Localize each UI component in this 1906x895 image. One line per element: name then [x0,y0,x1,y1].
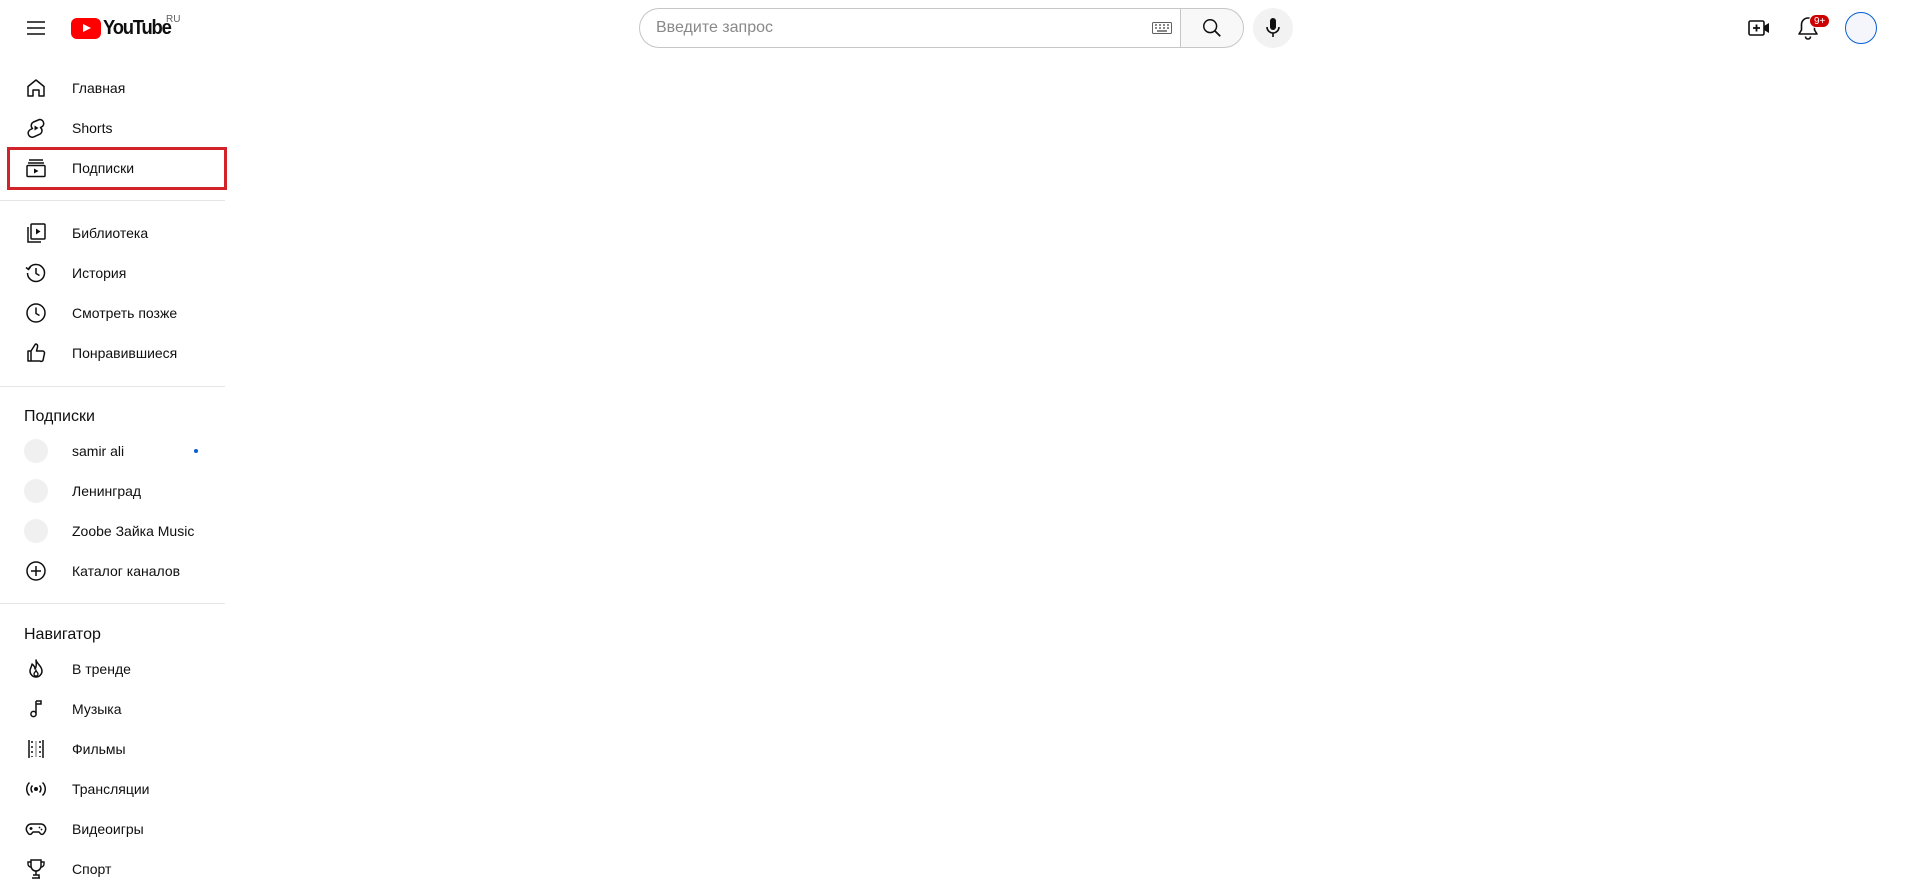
sidebar-item-label: Фильмы [72,741,126,757]
sidebar-item-label: Подписки [72,160,135,176]
sidebar-item-label: Смотреть позже [72,305,178,321]
channel-avatar [24,439,48,463]
sidebar-item-live[interactable]: Трансляции [12,769,212,809]
sidebar-item-history[interactable]: История [12,253,212,293]
create-button[interactable] [1743,12,1775,44]
channel-avatar [24,519,48,543]
sidebar-item-label: Понравившиеся [72,345,178,361]
search-input[interactable] [656,19,1152,37]
sidebar-item-music[interactable]: Музыка [12,689,212,729]
subscriptions-section-title: Подписки [24,408,95,425]
channel-avatar [24,479,48,503]
sidebar-item-home[interactable]: Главная [12,68,212,108]
subscriptions-icon [24,156,48,180]
sidebar-item-label: Shorts [72,120,113,136]
sidebar-item-shorts[interactable]: Shorts [12,108,212,148]
sidebar-channel-samir-ali[interactable]: samir ali [12,431,212,471]
sidebar-item-sports[interactable]: Спорт [12,849,212,889]
trending-icon [24,657,48,681]
youtube-play-icon [71,17,101,39]
sidebar-channel-leningrad[interactable]: Ленинград [12,471,212,511]
logo-text: YouTube [103,16,172,39]
search-icon [1201,17,1223,39]
sidebar-item-label: Библиотека [72,225,149,241]
masthead: YouTube RU Введите запрос 9+ [0,0,1906,56]
watch-later-icon [24,301,48,325]
gaming-icon [24,817,48,841]
sidebar-item-label: Главная [72,80,126,96]
like-icon [24,341,48,365]
sidebar-item-label: В тренде [72,661,131,677]
search-button[interactable] [1180,8,1244,48]
account-avatar[interactable] [1845,12,1877,44]
sidebar-item-channel-catalog[interactable]: Каталог каналов [12,551,212,591]
voice-search-button[interactable] [1253,8,1293,48]
create-video-icon [1747,16,1771,40]
trophy-icon [24,857,48,881]
sidebar-item-gaming[interactable]: Видеоигры [12,809,212,849]
search-box [639,8,1180,48]
main-content-area [225,56,1906,895]
sidebar-item-label: Каталог каналов [72,563,181,579]
library-icon [24,221,48,245]
new-content-dot [194,449,198,453]
sidebar-item-label: Видеоигры [72,821,144,837]
sidebar-divider [0,603,225,604]
music-icon [24,697,48,721]
movies-icon [24,737,48,761]
youtube-logo[interactable]: YouTube [71,14,176,42]
sidebar-item-subscriptions[interactable]: Подписки [12,148,212,188]
guide-sidebar: Главная Shorts Подписки Библиотека Истор… [0,56,225,895]
sidebar-divider [0,200,225,201]
hamburger-menu-icon [26,20,46,36]
shorts-icon [24,116,48,140]
home-icon [24,76,48,100]
sidebar-item-watch-later[interactable]: Смотреть позже [12,293,212,333]
channel-name: Ленинград [72,483,142,499]
sidebar-item-label: Трансляции [72,781,150,797]
sidebar-item-library[interactable]: Библиотека [12,213,212,253]
channel-name: Zoobe Зайка Music [72,523,195,539]
channel-name: samir ali [72,443,125,459]
keyboard-icon[interactable] [1152,21,1172,35]
history-icon [24,261,48,285]
explore-section-title: Навигатор [24,626,101,643]
notification-count-badge: 9+ [1809,14,1831,28]
sidebar-item-liked[interactable]: Понравившиеся [12,333,212,373]
search-bar [639,8,1244,48]
sidebar-item-label: История [72,265,127,281]
sidebar-item-label: Спорт [72,861,112,877]
sidebar-item-label: Музыка [72,701,122,717]
sidebar-divider [0,386,225,387]
region-code: RU [166,14,181,25]
sidebar-item-trending[interactable]: В тренде [12,649,212,689]
microphone-icon [1263,17,1283,39]
menu-button[interactable] [20,12,52,44]
live-icon [24,777,48,801]
sidebar-item-movies[interactable]: Фильмы [12,729,212,769]
add-circle-icon [24,559,48,583]
sidebar-channel-zoobe[interactable]: Zoobe Зайка Music [12,511,212,551]
